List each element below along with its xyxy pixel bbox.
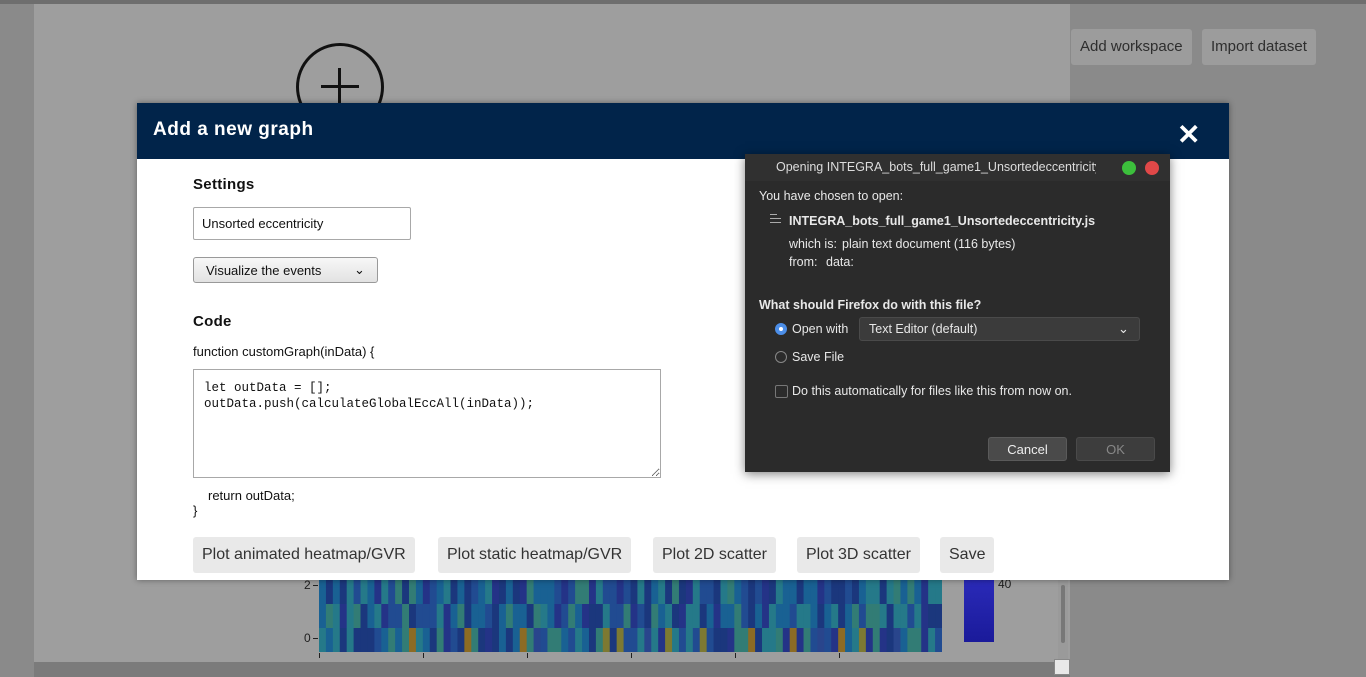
visualize-select[interactable]: Visualize the events ⌄	[193, 257, 378, 283]
application-select-value: Text Editor (default)	[869, 322, 978, 336]
save-button[interactable]: Save	[940, 537, 995, 573]
x-tick-mark	[735, 653, 736, 658]
overlay-dim	[319, 580, 942, 652]
save-file-label[interactable]: Save File	[792, 350, 844, 364]
graph-name-input[interactable]	[193, 207, 411, 240]
code-return: return outData;	[208, 488, 295, 503]
open-with-label[interactable]: Open with	[792, 322, 848, 336]
heatmap-y-tick-0: 0	[304, 631, 311, 645]
from-label: from:	[789, 255, 818, 269]
visualize-select-value: Visualize the events	[206, 263, 322, 278]
heatmap-image	[319, 580, 942, 652]
dialog-titlebar[interactable]: Opening INTEGRA_bots_full_game1_Unsorted…	[745, 154, 1170, 181]
close-icon[interactable]: ✕	[1177, 121, 1200, 149]
chevron-down-icon: ⌄	[1118, 321, 1129, 336]
dialog-intro: You have chosen to open:	[759, 189, 904, 203]
import-dataset-button[interactable]: Import dataset	[1202, 29, 1316, 65]
plot-3d-scatter-button[interactable]: Plot 3D scatter	[797, 537, 920, 573]
scrollbar-thumb[interactable]	[1061, 585, 1065, 643]
plot-static-heatmap-button[interactable]: Plot static heatmap/GVR	[438, 537, 632, 573]
auto-action-checkbox[interactable]	[775, 385, 788, 398]
file-source: data:	[826, 255, 854, 269]
ok-button[interactable]: OK	[1076, 437, 1155, 461]
chevron-down-icon: ⌄	[354, 262, 365, 277]
plot-animated-heatmap-button[interactable]: Plot animated heatmap/GVR	[193, 537, 415, 573]
y-tick-mark	[313, 638, 318, 639]
open-with-radio[interactable]	[775, 323, 787, 335]
close-icon[interactable]	[1145, 161, 1159, 175]
file-name: INTEGRA_bots_full_game1_Unsortedeccentri…	[789, 214, 1096, 228]
code-editor[interactable]: let outData = []; outData.push(calculate…	[193, 369, 661, 478]
text-document-icon	[770, 214, 781, 227]
x-tick-mark	[319, 653, 320, 658]
file-type: plain text document (116 bytes)	[842, 237, 1016, 251]
plot-2d-scatter-button[interactable]: Plot 2D scatter	[653, 537, 776, 573]
which-is-label: which is:	[789, 237, 837, 251]
save-file-radio[interactable]	[775, 351, 787, 363]
auto-action-label[interactable]: Do this automatically for files like thi…	[792, 384, 1072, 398]
bottom-bar	[34, 662, 1070, 677]
x-tick-mark	[423, 653, 424, 658]
cancel-button[interactable]: Cancel	[988, 437, 1067, 461]
modal-title: Add a new graph	[153, 119, 314, 140]
application-select[interactable]: Text Editor (default) ⌄	[859, 317, 1140, 341]
heatmap-y-tick-2: 2	[304, 578, 311, 592]
settings-heading: Settings	[193, 176, 255, 193]
modal-header: Add a new graph ✕	[137, 103, 1229, 159]
add-workspace-button[interactable]: Add workspace	[1071, 29, 1192, 65]
code-signature: function customGraph(inData) {	[193, 344, 375, 359]
dialog-title: Opening INTEGRA_bots_full_game1_Unsorted…	[776, 160, 1096, 174]
download-dialog: Opening INTEGRA_bots_full_game1_Unsorted…	[745, 154, 1170, 472]
maximize-icon[interactable]	[1122, 161, 1136, 175]
resize-grip-icon[interactable]	[1054, 659, 1070, 675]
heatmap-colorbar	[964, 580, 994, 642]
action-question: What should Firefox do with this file?	[759, 298, 982, 312]
x-tick-mark	[631, 653, 632, 658]
x-tick-mark	[839, 653, 840, 658]
code-heading: Code	[193, 313, 232, 330]
code-close-brace: }	[193, 503, 198, 518]
y-tick-mark	[313, 585, 318, 586]
x-tick-mark	[527, 653, 528, 658]
